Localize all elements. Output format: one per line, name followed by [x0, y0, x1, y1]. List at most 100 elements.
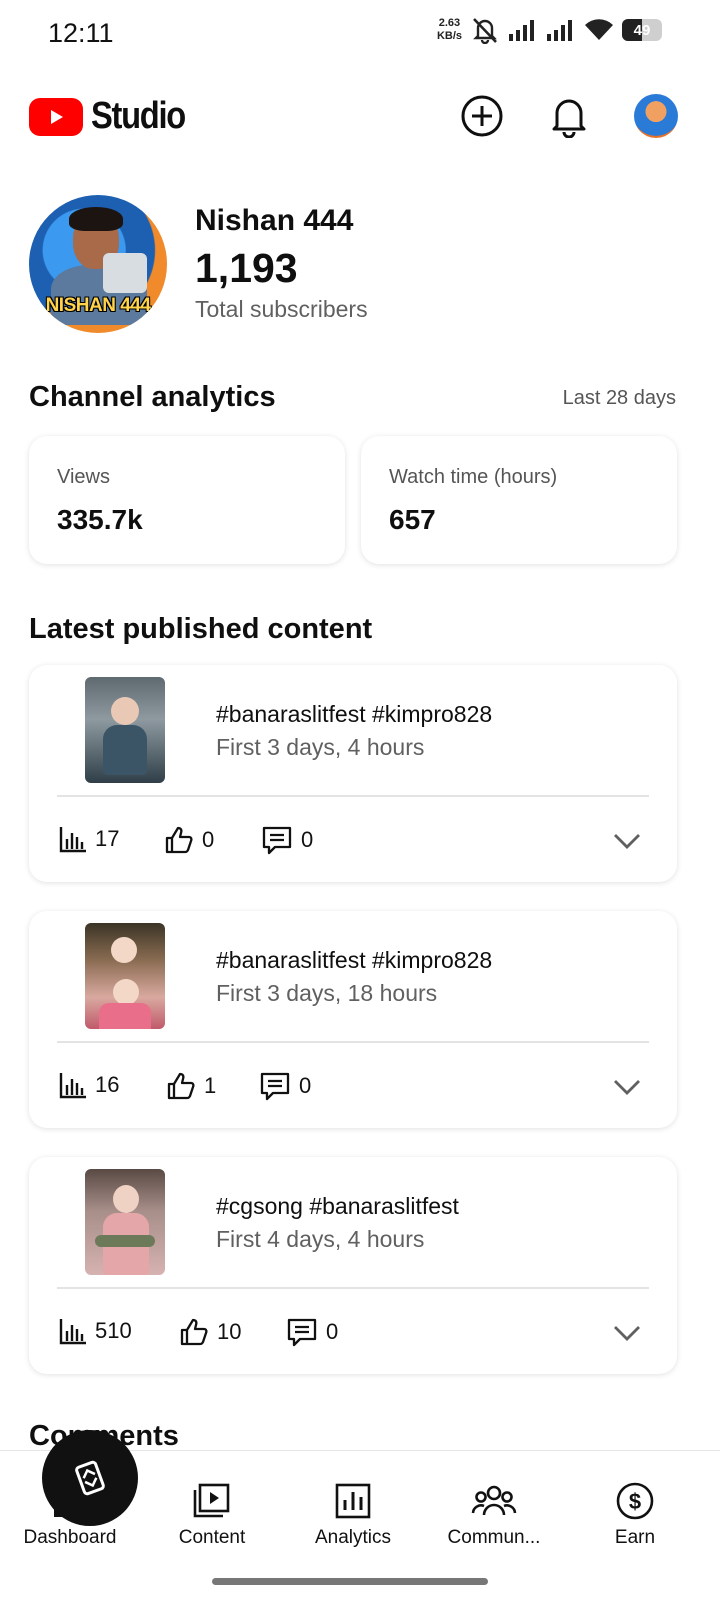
content-card[interactable]: #cgsong #banaraslitfest First 4 days, 4 … — [29, 1157, 677, 1374]
comment-icon — [287, 1318, 317, 1347]
channel-avatar[interactable]: NISHAN 444 — [29, 195, 167, 333]
video-period: First 4 days, 4 hours — [216, 1226, 425, 1252]
comments-stat: 0 — [286, 1317, 338, 1347]
thumbnail-figure — [113, 979, 139, 1005]
nav-content[interactable]: Content — [152, 1481, 272, 1549]
nav-dashboard-label: Dashboard — [23, 1527, 117, 1548]
views-count: 17 — [95, 826, 120, 851]
earn-icon: $ — [616, 1482, 654, 1520]
video-thumbnail[interactable] — [85, 923, 165, 1029]
switch-fab[interactable] — [42, 1430, 138, 1526]
account-avatar[interactable] — [634, 94, 678, 138]
expand-chevron-icon[interactable] — [612, 1072, 642, 1102]
video-title: #cgsong #banaraslitfest — [216, 1193, 459, 1219]
card-divider — [57, 1041, 649, 1043]
views-label: Views — [57, 466, 110, 488]
avatar-hair — [69, 207, 123, 231]
expand-chevron-icon[interactable] — [612, 1318, 642, 1348]
svg-text:$: $ — [629, 1489, 641, 1514]
avatar-text: NISHAN 444 — [45, 295, 151, 316]
video-title: #banaraslitfest #kimpro828 — [216, 701, 493, 727]
views-count: 510 — [95, 1318, 132, 1343]
signal-icon — [509, 20, 534, 41]
network-speed-unit: KB/s — [436, 30, 462, 42]
avatar-play-button-award — [103, 253, 147, 293]
thumbs-up-icon — [180, 1318, 208, 1346]
thumbnail-plate — [95, 1235, 155, 1247]
mute-bell-icon — [473, 18, 497, 44]
network-speed: 2.63 KB/s — [437, 17, 462, 43]
views-count: 16 — [95, 1072, 120, 1097]
comments-count: 0 — [299, 1073, 312, 1098]
home-indicator[interactable] — [212, 1578, 488, 1585]
bar-chart-icon — [59, 1073, 86, 1099]
create-plus-icon — [461, 95, 503, 137]
likes-stat: 1 — [166, 1071, 216, 1101]
thumbnail-body — [103, 725, 147, 775]
thumbnail-figure — [111, 937, 137, 963]
watch-time-value: 657 — [389, 504, 436, 535]
views-stat: 17 — [59, 825, 119, 853]
views-value: 335.7k — [57, 504, 143, 535]
status-time: 12:11 — [48, 18, 114, 48]
subscriber-label: Total subscribers — [195, 296, 368, 322]
thumbnail-body — [99, 1003, 151, 1029]
nav-community-label: Commun... — [447, 1527, 541, 1548]
community-icon — [471, 1485, 517, 1516]
bar-chart-icon — [59, 827, 86, 853]
likes-count: 0 — [202, 827, 215, 852]
nav-earn[interactable]: $ Earn — [575, 1481, 695, 1549]
battery-level: 49 — [633, 21, 651, 39]
create-button[interactable] — [458, 92, 506, 140]
watch-time-card[interactable]: Watch time (hours) 657 — [361, 436, 677, 564]
wifi-icon — [585, 19, 613, 40]
video-title: #banaraslitfest #kimpro828 — [216, 947, 493, 973]
signal-icon-2 — [547, 20, 572, 41]
content-card[interactable]: #banaraslitfest #kimpro828 First 3 days,… — [29, 911, 677, 1128]
switch-icon — [75, 1460, 105, 1496]
views-stat: 16 — [59, 1071, 119, 1099]
views-card[interactable]: Views 335.7k — [29, 436, 345, 564]
content-card[interactable]: #banaraslitfest #kimpro828 First 3 days,… — [29, 665, 677, 882]
video-period: First 3 days, 18 hours — [216, 980, 438, 1006]
analytics-range: Last 28 days — [562, 387, 676, 409]
card-divider — [57, 1287, 649, 1289]
views-stat: 510 — [59, 1317, 132, 1345]
bell-icon — [552, 99, 586, 138]
studio-logo[interactable]: Studio — [29, 95, 200, 138]
comments-count: 0 — [326, 1319, 339, 1344]
thumbs-up-icon — [165, 826, 193, 854]
comments-stat: 0 — [261, 825, 313, 855]
likes-stat: 0 — [164, 825, 214, 855]
analytics-icon — [335, 1483, 371, 1519]
youtube-logo-icon — [29, 97, 83, 136]
notifications-button[interactable] — [545, 92, 593, 140]
latest-content-title: Latest published content — [29, 613, 373, 645]
nav-analytics-label: Analytics — [314, 1527, 392, 1548]
likes-count: 1 — [204, 1073, 217, 1098]
comment-icon — [262, 826, 292, 855]
likes-count: 10 — [217, 1319, 242, 1344]
subscriber-count: 1,193 — [195, 245, 298, 291]
comments-count: 0 — [301, 827, 314, 852]
video-period: First 3 days, 4 hours — [216, 734, 425, 760]
thumbnail-figure — [113, 1185, 139, 1213]
nav-analytics[interactable]: Analytics — [293, 1481, 413, 1549]
bar-chart-icon — [59, 1319, 86, 1345]
expand-chevron-icon[interactable] — [612, 826, 642, 856]
brand-name: Studio — [91, 95, 186, 137]
nav-community[interactable]: Commun... — [434, 1481, 554, 1549]
channel-name: Nishan 444 — [195, 204, 354, 237]
comment-icon — [260, 1072, 290, 1101]
status-icons: 2.63 KB/s 49 — [437, 16, 662, 44]
thumbs-up-icon — [167, 1072, 195, 1100]
likes-stat: 10 — [179, 1317, 241, 1347]
network-speed-value: 2.63 — [438, 17, 461, 29]
content-icon — [193, 1483, 230, 1518]
comments-stat: 0 — [259, 1071, 311, 1101]
video-thumbnail[interactable] — [85, 1169, 165, 1275]
battery-icon: 49 — [622, 19, 662, 41]
video-thumbnail[interactable] — [85, 677, 165, 783]
thumbnail-figure — [111, 697, 139, 725]
card-divider — [57, 795, 649, 797]
